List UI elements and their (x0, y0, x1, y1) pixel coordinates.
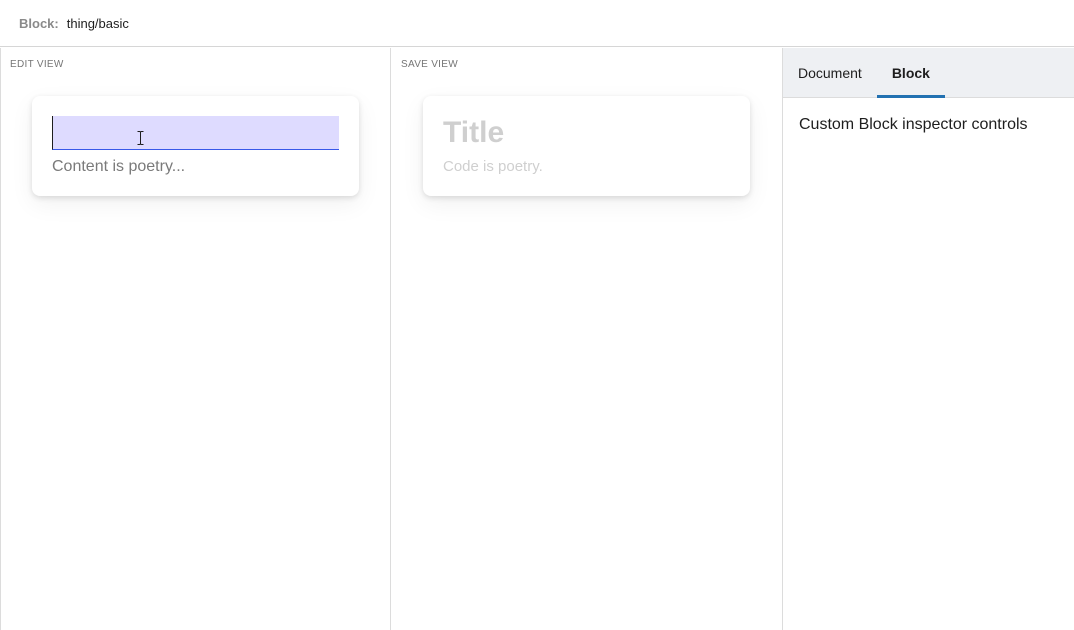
block-name: thing/basic (66, 15, 129, 31)
inspector-sidebar: Document Block Custom Block inspector co… (782, 48, 1074, 630)
block-label: Block: (19, 15, 59, 31)
top-bar: Block: thing/basic (0, 0, 1074, 47)
save-view-label: SAVE VIEW (401, 59, 458, 70)
inspector-controls-text: Custom Block inspector controls (799, 116, 1028, 133)
content-input[interactable]: Content is poetry... (52, 158, 185, 176)
edit-view-pane: EDIT VIEW Content is poetry... (0, 48, 391, 630)
sidebar-tabs: Document Block (783, 48, 1074, 98)
save-block-card: Title Code is poetry. (423, 96, 750, 196)
main-area: EDIT VIEW Content is poetry... SAVE VIEW… (0, 48, 1074, 630)
tab-block[interactable]: Block (876, 48, 946, 98)
tab-document[interactable]: Document (783, 48, 877, 97)
edit-view-label: EDIT VIEW (10, 59, 64, 70)
text-cursor-icon (137, 131, 144, 145)
save-view-pane: SAVE VIEW Title Code is poetry. (390, 48, 782, 630)
save-title: Title (443, 116, 505, 149)
title-input[interactable] (52, 116, 339, 150)
save-code-text: Code is poetry. (443, 158, 543, 175)
edit-block-card[interactable]: Content is poetry... (32, 96, 359, 196)
